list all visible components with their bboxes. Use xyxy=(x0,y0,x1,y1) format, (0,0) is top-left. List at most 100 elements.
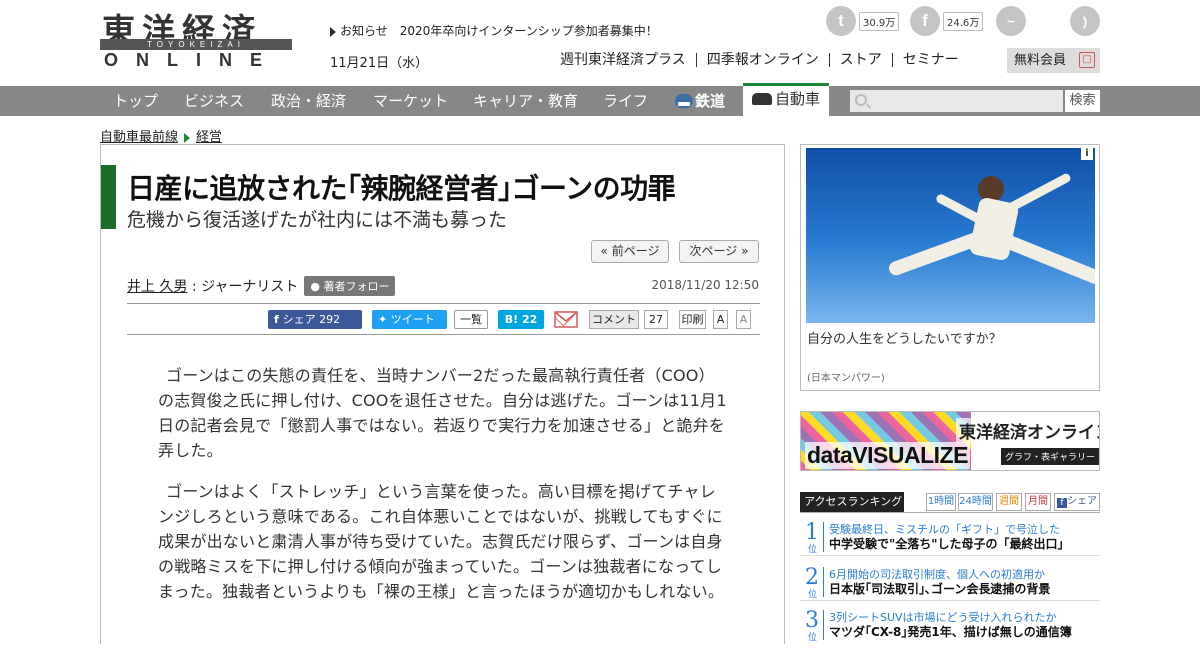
link-seminar[interactable]: セミナー xyxy=(891,53,969,67)
title-accent-bar xyxy=(101,165,116,229)
ranking-tab-share[interactable]: f シェア xyxy=(1054,493,1100,511)
nav-career-education[interactable]: キャリア・教育 xyxy=(473,86,578,116)
twitter-follow[interactable]: t 30.9万 xyxy=(826,6,900,36)
ranking-tab-week[interactable]: 週間 xyxy=(996,493,1022,511)
facebook-share-count: 292 xyxy=(319,313,341,326)
train-icon xyxy=(675,94,693,108)
print-button[interactable]: 印刷 xyxy=(679,310,706,329)
article-paragraph: ゴーンはこの失態の責任を、当時ナンバー2だった最高執行責任者（COO）の志賀俊之… xyxy=(158,366,727,460)
ad-caption[interactable]: 自分の人生をどうしたいですか？ xyxy=(807,328,1002,347)
data-visualize-banner[interactable]: 東洋経済オンライン dataVISUALIZE グラフ・表ギャラリー xyxy=(800,411,1100,471)
ranking-tab-24h[interactable]: 24時間 xyxy=(958,493,993,511)
twitter-icon[interactable]: t xyxy=(826,6,856,36)
tweet-label: ツイート xyxy=(390,313,435,326)
author-line: 井上 久男 : ジャーナリスト ● 著者フォロー xyxy=(127,276,396,296)
nav-life[interactable]: ライフ xyxy=(603,86,648,116)
ad-image[interactable]: i xyxy=(806,148,1095,323)
rss-follow[interactable]: ) xyxy=(1070,6,1100,36)
rank-bar xyxy=(823,567,824,597)
link-weekly-plus[interactable]: 週刊東洋経済プラス xyxy=(560,53,696,67)
link-store[interactable]: ストア xyxy=(828,53,892,67)
nav-politics-economy[interactable]: 政治・経済 xyxy=(271,86,346,116)
mail-icon[interactable] xyxy=(554,310,578,329)
ad-person-leg xyxy=(997,231,1095,287)
facebook-icon[interactable]: f xyxy=(910,6,940,36)
facebook-follow[interactable]: f 24.6万 xyxy=(910,6,984,36)
follow-author-button[interactable]: ● 著者フォロー xyxy=(304,276,396,296)
article-title: 日産に追放された｢辣腕経営者｣ゴーンの功罪 xyxy=(127,172,676,205)
rank-separator xyxy=(800,600,1100,601)
search-input[interactable] xyxy=(850,90,1063,112)
free-member-button[interactable]: 無料会員 □ xyxy=(1007,48,1100,73)
breadcrumb-automobile[interactable]: 自動車最前線 xyxy=(100,130,178,145)
article-subtitle: 危機から復活遂げたが社内には不満も募った xyxy=(127,209,508,231)
next-page-button[interactable]: 次ページ » xyxy=(679,240,759,263)
article-body: ゴーンはこの失態の責任を、当時ナンバー2だった最高執行責任者（COO）の志賀俊之… xyxy=(158,363,728,620)
access-ranking: アクセスランキング 1時間 24時間 週間 月間 f シェア 1 位 受験最終日、… xyxy=(800,492,1100,643)
follow-author-label: 著者フォロー xyxy=(323,280,390,293)
facebook-share-label: シェア xyxy=(282,313,316,326)
ad-info-icon[interactable]: i xyxy=(1081,148,1093,160)
font-size-large-button[interactable]: A xyxy=(713,310,728,329)
twitter-count: 30.9万 xyxy=(859,11,900,31)
header-date: 11月21日（水） xyxy=(330,56,429,71)
ad-person-arm xyxy=(1005,172,1073,213)
rank-title[interactable]: 中学受験で"全落ち"した母子の「最終出口」 xyxy=(829,535,1070,552)
rank-separator xyxy=(800,555,1100,556)
news-notice[interactable]: お知らせ 2020年卒向けインターンシップ参加者募集中！ xyxy=(330,22,658,39)
news-label: お知らせ xyxy=(340,24,388,38)
author-name[interactable]: 井上 久男 xyxy=(127,279,187,295)
font-size-small-button[interactable]: A xyxy=(736,310,751,329)
ranking-tab-month[interactable]: 月間 xyxy=(1025,493,1051,511)
ranking-item[interactable]: 2 位 6月開始の司法取引制度、個人への初適用か 日本版｢司法取引｣､ゴーン会長… xyxy=(800,565,1100,613)
search-icon xyxy=(855,94,867,106)
gift-icon: □ xyxy=(1079,52,1095,68)
facebook-icon: f xyxy=(274,313,283,326)
sidebar-ad[interactable]: i 自分の人生をどうしたいですか？ (日本マンパワー) xyxy=(800,144,1100,391)
nav-automobile[interactable]: 自動車 xyxy=(743,83,830,116)
news-text[interactable]: 2020年卒向けインターンシップ参加者募集中！ xyxy=(400,24,658,38)
rank-bar xyxy=(823,522,824,552)
ranking-tab-share-label: シェア xyxy=(1067,496,1097,507)
tweet-button[interactable]: ✦ ツイート xyxy=(372,310,447,329)
facebook-share-button[interactable]: f シェア 292 xyxy=(268,310,362,329)
search-button[interactable]: 検索 xyxy=(1065,90,1100,112)
twitter-icon: ✦ xyxy=(378,313,391,326)
prev-page-button[interactable]: « 前ページ xyxy=(591,240,669,263)
comment-button[interactable]: コメント xyxy=(589,310,639,329)
rank-unit: 位 xyxy=(808,633,818,643)
ad-person-arm xyxy=(934,192,984,225)
link-shikiho[interactable]: 四季報オンライン xyxy=(695,53,829,67)
ranking-tab-1h[interactable]: 1時間 xyxy=(926,493,956,511)
article: 日産に追放された｢辣腕経営者｣ゴーンの功罪 危機から復活遂げたが社内には不満も募… xyxy=(100,144,785,644)
messenger-follow[interactable]: ~ xyxy=(996,6,1026,36)
site-logo-online[interactable]: ONLINE xyxy=(104,50,280,71)
ad-source: (日本マンパワー) xyxy=(807,373,885,384)
ranking-item[interactable]: 1 位 受験最終日、ミスチルの「ギフト」で号泣した 中学受験で"全落ち"した母子… xyxy=(800,520,1100,568)
breadcrumb-management[interactable]: 経営 xyxy=(196,130,222,145)
chevron-right-icon xyxy=(184,132,191,143)
header-links: 週刊東洋経済プラス 四季報オンライン ストア セミナー xyxy=(560,53,969,67)
publish-date: 2018/11/20 12:50 xyxy=(651,278,759,292)
facebook-count: 24.6万 xyxy=(943,11,984,31)
rank-title[interactable]: 日本版｢司法取引｣､ゴーン会長逮捕の背景 xyxy=(829,580,1050,597)
nav-market[interactable]: マーケット xyxy=(373,86,448,116)
comment-count: 27 xyxy=(644,310,668,329)
nav-top[interactable]: トップ xyxy=(113,86,158,116)
ranking-divider xyxy=(800,512,1100,513)
nav-railway[interactable]: 鉄道 xyxy=(675,86,725,116)
site-header: 東洋経済 TOYOKEIZAI ONLINE お知らせ 2020年卒向けインター… xyxy=(0,0,1200,86)
rank-unit: 位 xyxy=(808,590,818,600)
nav-business[interactable]: ビジネス xyxy=(184,86,244,116)
nav-automobile-label: 自動車 xyxy=(775,90,821,108)
car-icon xyxy=(752,93,772,105)
messenger-icon[interactable]: ~ xyxy=(996,6,1026,36)
author-role: : ジャーナリスト xyxy=(187,279,299,295)
ranking-item[interactable]: 3 位 3列シートSUVは市場にどう受け入れられたか マツダ｢CX-8｣発売1年… xyxy=(800,608,1100,656)
rss-icon[interactable]: ) xyxy=(1070,6,1100,36)
rank-title[interactable]: マツダ｢CX-8｣発売1年、描けば無しの通信簿 xyxy=(829,623,1072,640)
rank-unit: 位 xyxy=(808,545,818,555)
ranking-title: アクセスランキング xyxy=(800,492,904,512)
hatena-bookmark-button[interactable]: B! 22 xyxy=(498,310,544,329)
tweet-list-button[interactable]: 一覧 xyxy=(454,310,488,329)
